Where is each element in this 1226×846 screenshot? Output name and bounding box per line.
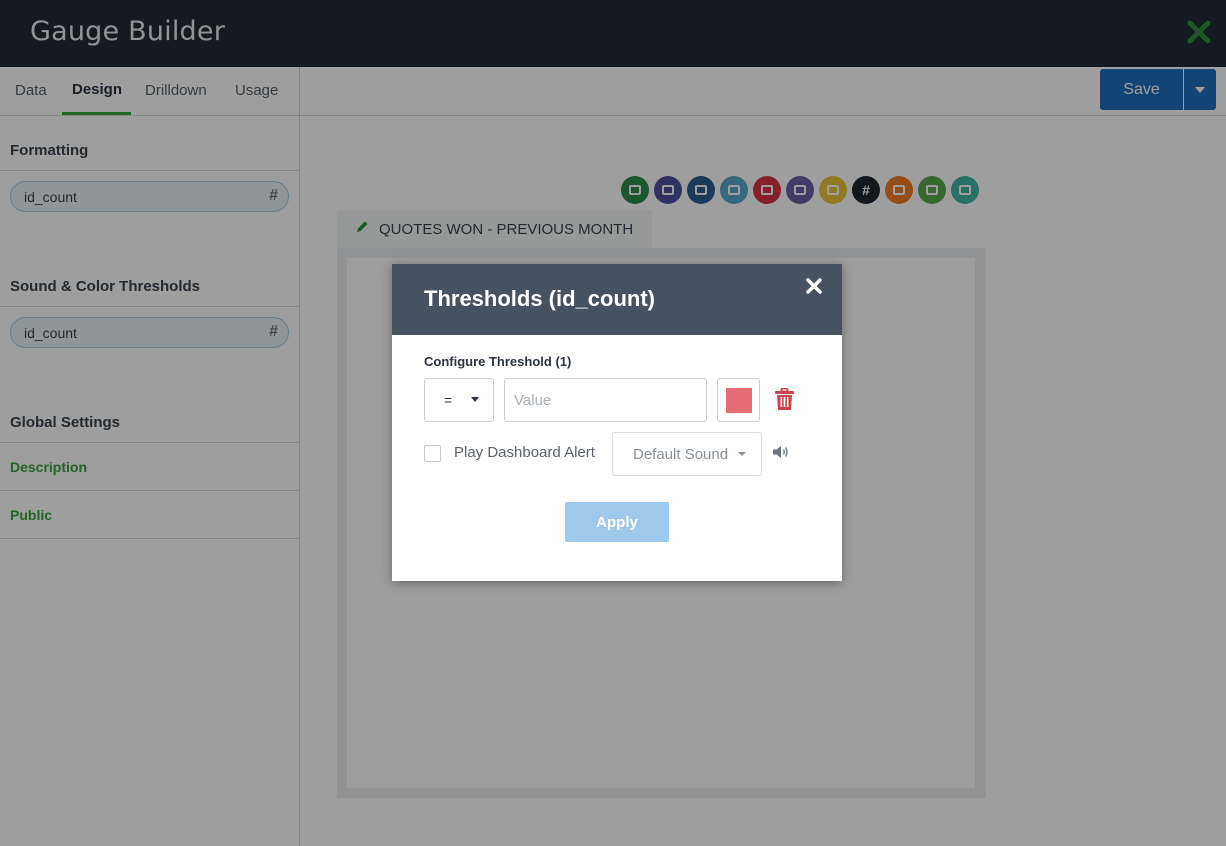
play-alert-checkbox[interactable] <box>424 445 441 462</box>
chevron-down-icon <box>471 397 479 402</box>
sound-select[interactable]: Default Sound <box>612 432 762 476</box>
modal-header: Thresholds (id_count) <box>392 264 842 335</box>
speaker-icon[interactable] <box>773 445 789 459</box>
thresholds-modal: Thresholds (id_count) Configure Threshol… <box>392 264 842 581</box>
close-icon[interactable] <box>805 277 823 295</box>
play-alert-label: Play Dashboard Alert <box>454 444 595 461</box>
operator-select[interactable]: = <box>424 378 494 422</box>
trash-icon[interactable] <box>775 388 794 410</box>
color-swatch <box>726 388 752 413</box>
sound-value: Default Sound <box>633 446 729 463</box>
apply-button[interactable]: Apply <box>565 502 669 542</box>
color-picker[interactable] <box>717 378 760 422</box>
modal-title: Thresholds (id_count) <box>424 286 655 311</box>
configure-threshold-label: Configure Threshold (1) <box>424 354 572 369</box>
threshold-value-input[interactable] <box>504 378 707 422</box>
chevron-down-icon <box>738 452 746 456</box>
operator-value: = <box>444 392 453 408</box>
